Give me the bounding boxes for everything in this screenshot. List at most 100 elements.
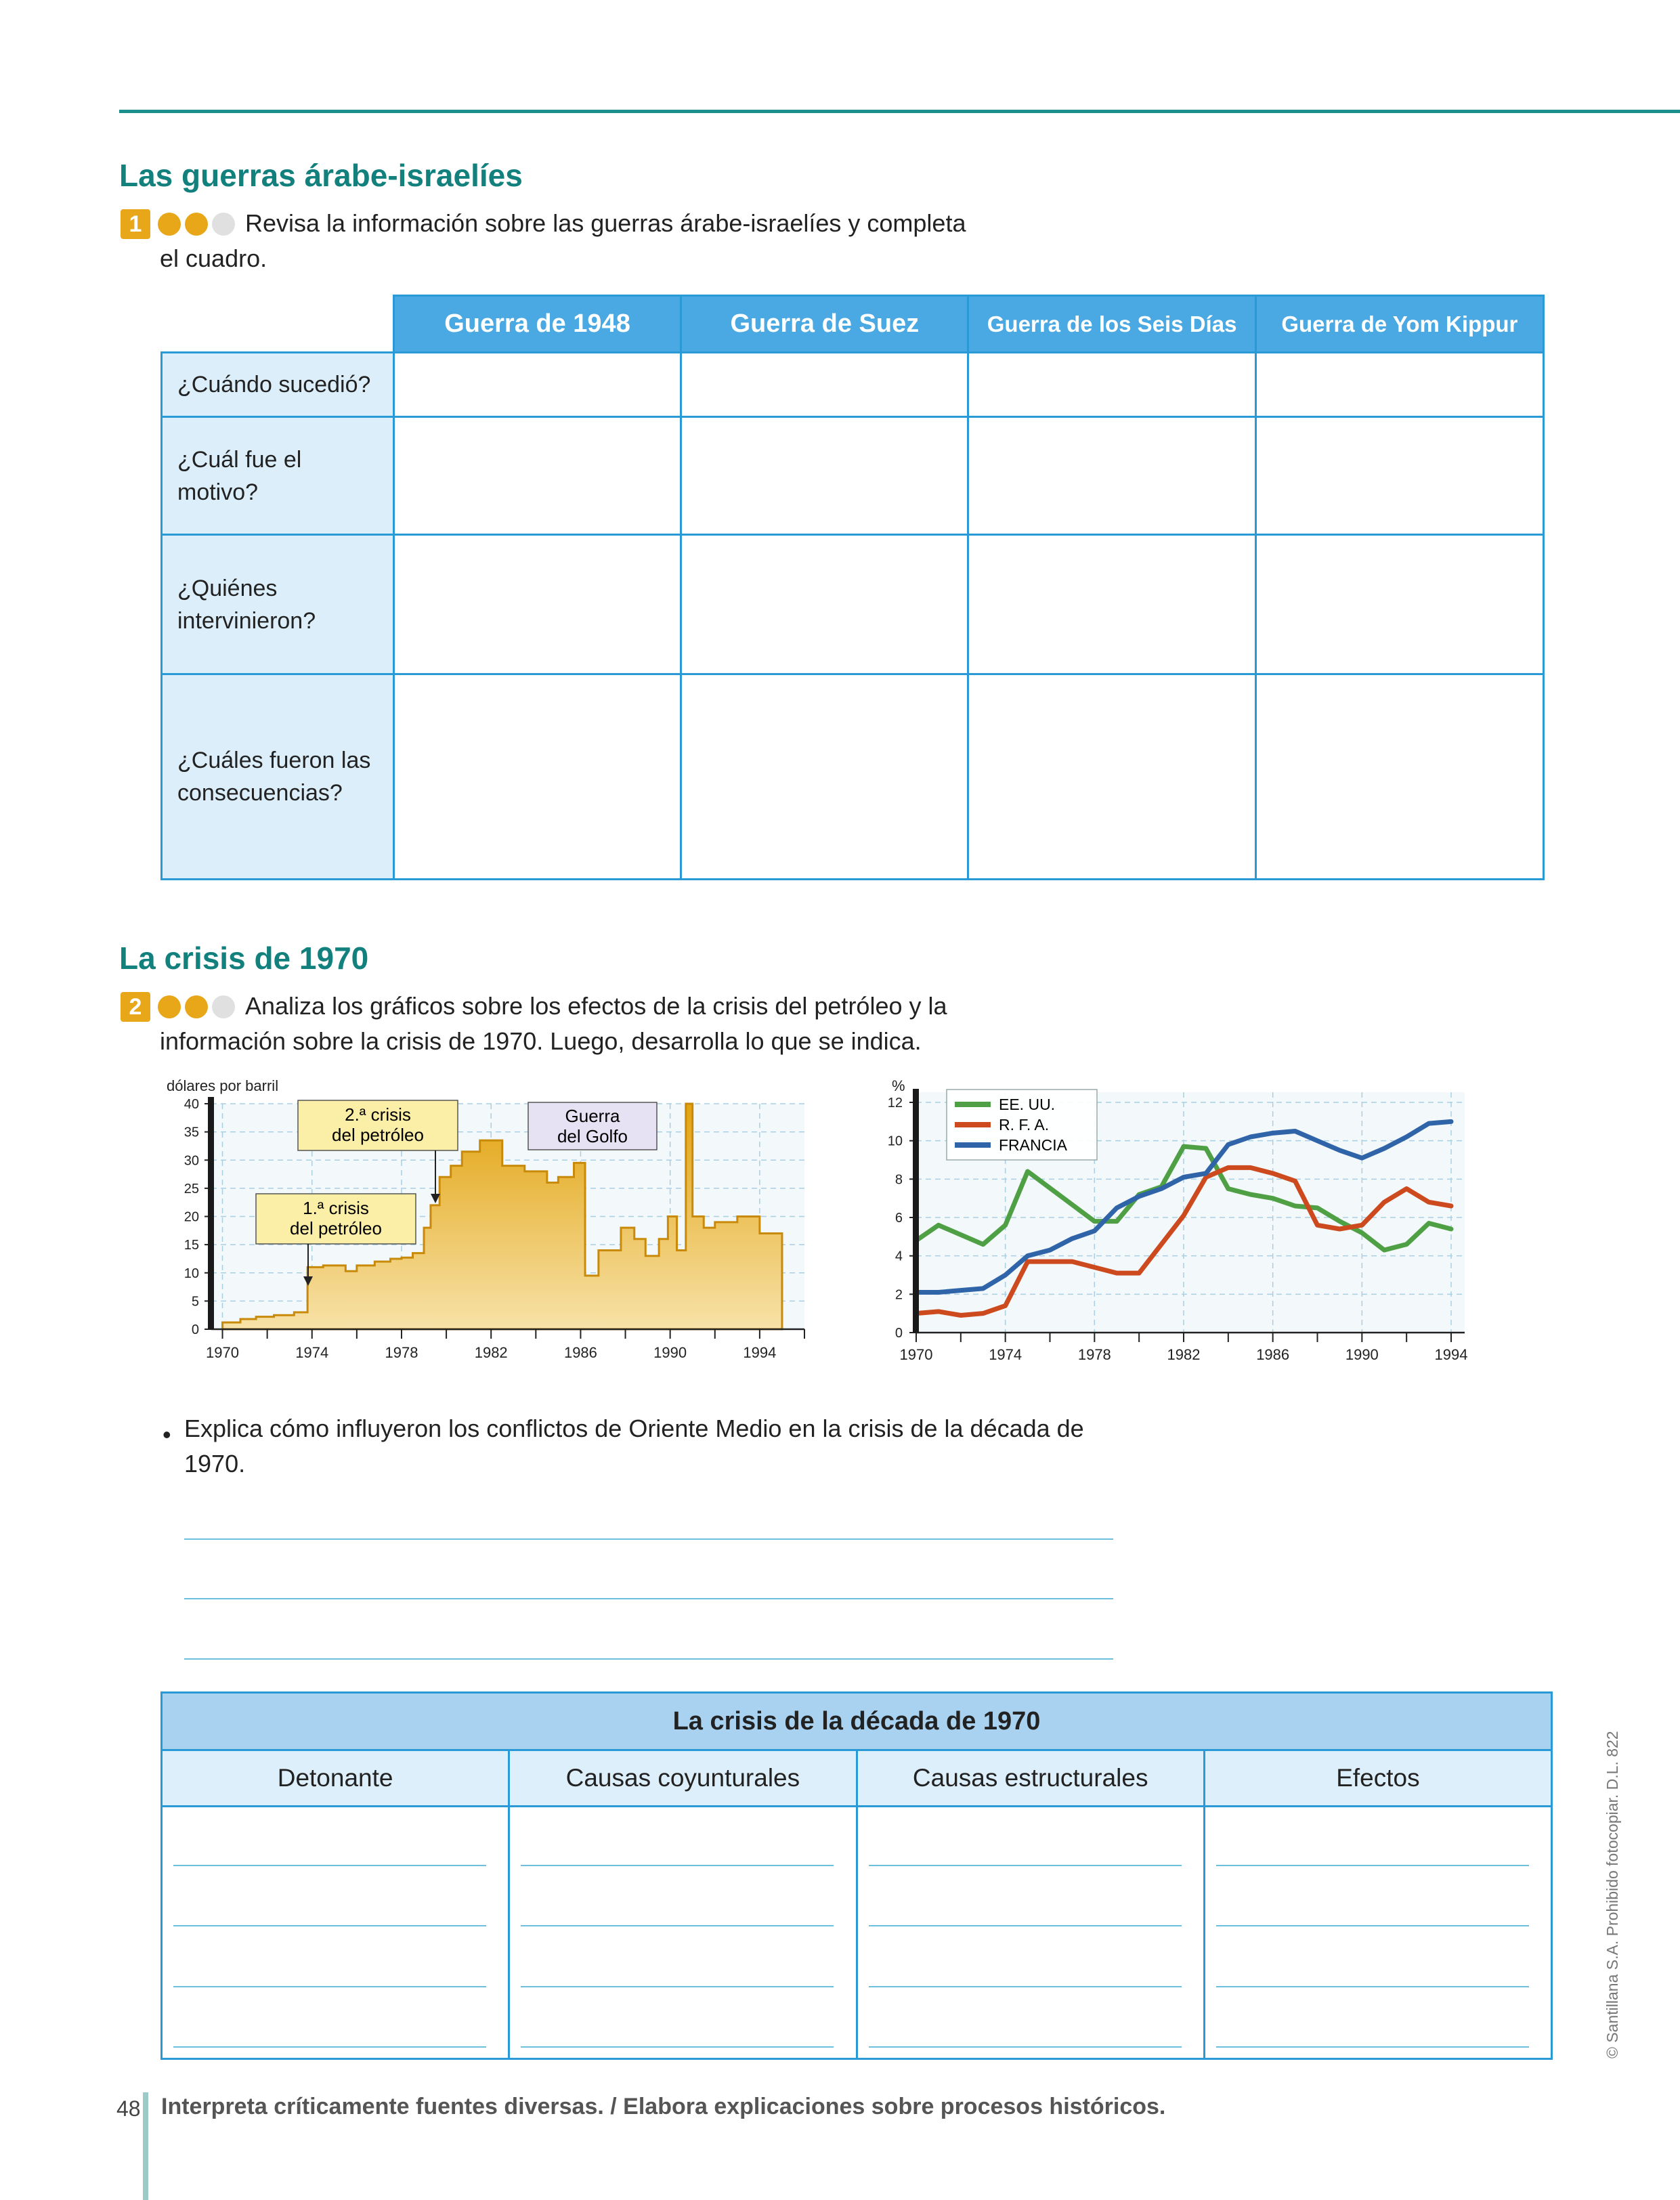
y-tick-label: 0 <box>895 1326 903 1341</box>
answer-line[interactable] <box>1215 1865 1529 1866</box>
y-tick-label: 5 <box>192 1294 199 1309</box>
y-tick-label: 0 <box>192 1322 199 1337</box>
column-header: Guerra de Suez <box>680 295 970 353</box>
chart-legend: EE. UU. R. F. A. FRANCIA <box>946 1089 1098 1161</box>
y-tick-label: 6 <box>895 1211 903 1226</box>
section1-title: Las guerras árabe-israelíes <box>119 158 523 193</box>
answer-line[interactable] <box>521 1925 834 1926</box>
answer-cell[interactable] <box>1254 351 1545 418</box>
svg-text:del Golfo: del Golfo <box>557 1126 628 1146</box>
answer-line[interactable] <box>173 1986 486 1987</box>
answer-cell[interactable] <box>392 534 683 675</box>
x-tick-label: 1970 <box>900 1346 933 1363</box>
difficulty-dot-empty-icon <box>212 213 235 236</box>
answer-line[interactable] <box>521 1865 834 1866</box>
top-rule <box>119 110 1680 113</box>
answer-cell[interactable] <box>680 534 970 675</box>
answer-cell[interactable] <box>967 351 1257 418</box>
answer-cell[interactable] <box>1254 673 1545 880</box>
answer-cell[interactable] <box>1254 416 1545 536</box>
svg-text:2.ª crisis: 2.ª crisis <box>345 1104 411 1125</box>
answer-cell[interactable] <box>392 673 683 880</box>
x-tick-label: 1978 <box>1078 1346 1111 1363</box>
answer-line[interactable] <box>184 1598 1113 1599</box>
y-tick-label: 30 <box>184 1153 199 1168</box>
y-tick-label: 35 <box>184 1125 199 1140</box>
difficulty-dot-filled-icon <box>158 995 181 1018</box>
svg-text:del petróleo: del petróleo <box>290 1218 382 1238</box>
svg-text:del petróleo: del petróleo <box>332 1125 424 1145</box>
annotation-gulf-war: Guerra del Golfo <box>527 1102 658 1150</box>
x-tick-label: 1982 <box>1167 1346 1201 1363</box>
x-tick-label: 1974 <box>295 1344 328 1361</box>
wars-table: Guerra de 1948 Guerra de Suez Guerra de … <box>160 295 1545 880</box>
instruction-line: Analiza los gráficos sobre los efectos d… <box>245 992 947 1020</box>
answer-line[interactable] <box>1215 1986 1529 1987</box>
column-header: Efectos <box>1203 1749 1553 1807</box>
y-tick-label: 15 <box>184 1238 199 1253</box>
legend-label: EE. UU. <box>999 1096 1055 1113</box>
answer-line[interactable] <box>868 1865 1182 1866</box>
answer-cell[interactable] <box>680 416 970 536</box>
page-number: 48 <box>116 2096 141 2121</box>
row-header: ¿Cuál fue el motivo? <box>160 416 395 536</box>
x-tick-label: 1982 <box>475 1344 508 1361</box>
x-tick-label: 1994 <box>743 1344 776 1361</box>
answer-line[interactable] <box>173 1925 486 1926</box>
activity-number-2: 2 <box>121 992 150 1022</box>
answer-cell[interactable] <box>967 534 1257 675</box>
answer-cell[interactable] <box>392 416 683 536</box>
instruction-line: Revisa la información sobre las guerras … <box>245 209 966 237</box>
svg-text:1.ª crisis: 1.ª crisis <box>303 1198 369 1218</box>
column-header: Guerra de Yom Kippur <box>1254 295 1545 353</box>
answer-cell[interactable] <box>508 1805 858 2060</box>
answer-line[interactable] <box>1215 2046 1529 2048</box>
x-tick-label: 1974 <box>989 1346 1022 1363</box>
y-axis-label: dólares por barril <box>167 1077 278 1094</box>
answer-cell[interactable] <box>855 1805 1205 2060</box>
answer-cell[interactable] <box>680 351 970 418</box>
answer-line[interactable] <box>521 2046 834 2048</box>
answer-line[interactable] <box>184 1658 1113 1660</box>
table-title: La crisis de la década de 1970 <box>160 1691 1553 1751</box>
difficulty-dot-empty-icon <box>212 995 235 1018</box>
answer-line[interactable] <box>173 1865 486 1866</box>
answer-line[interactable] <box>521 1986 834 1987</box>
x-tick-label: 1978 <box>385 1344 418 1361</box>
answer-line[interactable] <box>868 1986 1182 1987</box>
answer-cell[interactable] <box>680 673 970 880</box>
x-tick-label: 1970 <box>206 1344 239 1361</box>
answer-cell[interactable] <box>1254 534 1545 675</box>
y-axis-label: % <box>892 1077 905 1094</box>
column-header: Detonante <box>160 1749 511 1807</box>
column-header: Causas coyunturales <box>508 1749 858 1807</box>
legend-label: FRANCIA <box>999 1136 1068 1154</box>
y-tick-label: 10 <box>888 1134 903 1149</box>
answer-line[interactable] <box>868 2046 1182 2048</box>
copyright-notice: © Santillana S.A. Prohibido fotocopiar. … <box>1603 1731 1621 2058</box>
answer-cell[interactable] <box>160 1805 511 2060</box>
y-tick-label: 12 <box>888 1096 903 1110</box>
row-header: ¿Cuándo sucedió? <box>160 351 395 418</box>
question-line: 1970. <box>184 1450 246 1478</box>
answer-cell[interactable] <box>1203 1805 1553 2060</box>
answer-cell[interactable] <box>967 416 1257 536</box>
answer-line[interactable] <box>868 1925 1182 1926</box>
answer-cell[interactable] <box>967 673 1257 880</box>
row-header: ¿Quiénes intervinieron? <box>160 534 395 675</box>
question-line: Explica cómo influyeron los conflictos d… <box>184 1415 1084 1442</box>
y-tick-label: 20 <box>184 1210 199 1225</box>
difficulty-dot-filled-icon <box>158 213 181 236</box>
activity-number-1: 1 <box>121 209 150 239</box>
answer-line[interactable] <box>173 2046 486 2048</box>
y-axis <box>913 1089 919 1333</box>
answer-line[interactable] <box>1215 1925 1529 1926</box>
y-tick-label: 10 <box>184 1266 199 1281</box>
answer-line[interactable] <box>184 1538 1113 1540</box>
x-tick-label: 1990 <box>1345 1346 1379 1363</box>
y-tick-label: 4 <box>895 1249 903 1264</box>
y-axis <box>208 1097 214 1329</box>
y-tick-label: 40 <box>184 1097 199 1112</box>
answer-cell[interactable] <box>392 351 683 418</box>
y-tick-label: 2 <box>895 1287 903 1302</box>
